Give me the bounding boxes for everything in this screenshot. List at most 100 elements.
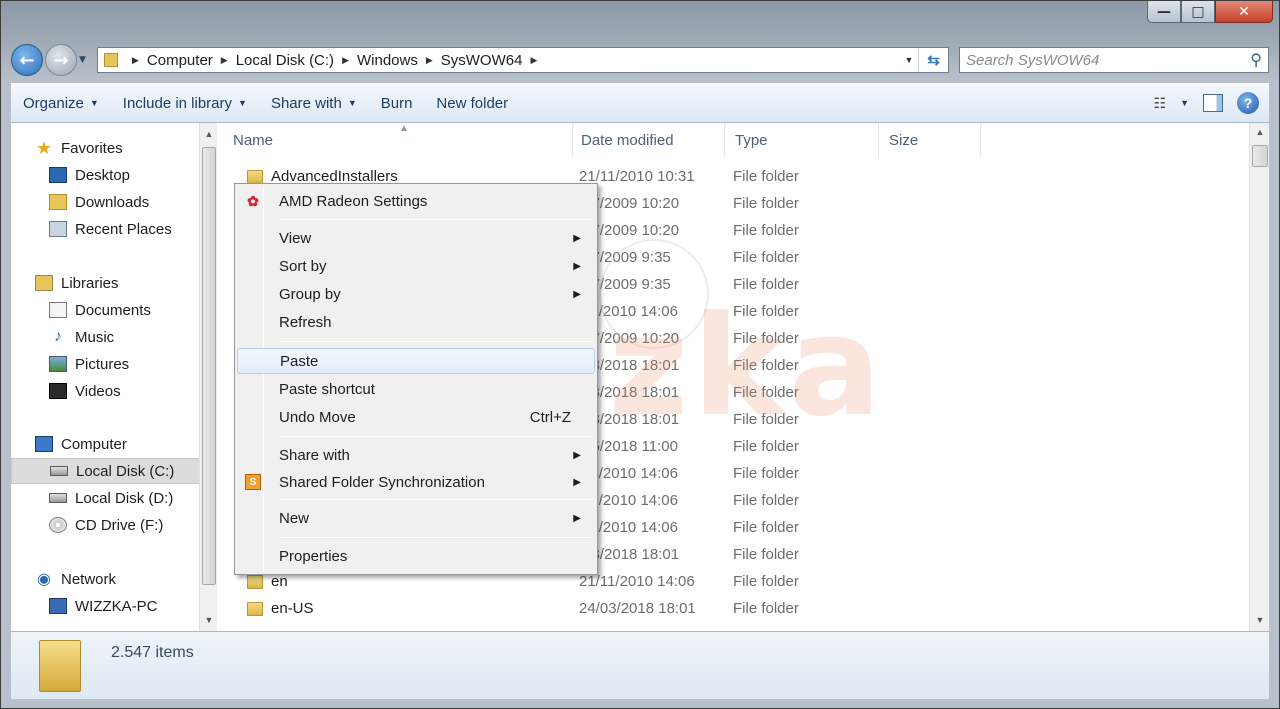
nav-wizzka-pc[interactable]: WIZZKA-PC: [11, 593, 201, 619]
folder-icon: [247, 601, 263, 616]
nav-libraries[interactable]: Libraries: [11, 270, 201, 296]
file-name: en: [247, 573, 288, 590]
menu-shared-folder-sync[interactable]: S Shared Folder Synchronization ▶: [237, 469, 595, 495]
scroll-up-icon[interactable]: ▲: [1250, 127, 1269, 137]
chevron-right-icon[interactable]: ▶: [132, 55, 139, 66]
close-button[interactable]: ✕: [1215, 1, 1273, 23]
column-name[interactable]: Name: [223, 123, 573, 157]
breadcrumb-local-disk-c[interactable]: Local Disk (C:): [236, 52, 334, 69]
menu-amd-radeon-settings[interactable]: ✿ AMD Radeon Settings: [237, 188, 595, 214]
search-icon[interactable]: ⚲: [1250, 50, 1262, 70]
computer-icon: [35, 436, 53, 452]
undo-shortcut: Ctrl+Z: [529, 408, 571, 426]
sort-ascending-icon: ▲: [399, 123, 409, 134]
menu-share-with[interactable]: Share with ▶: [237, 442, 595, 468]
submenu-arrow-icon: ▶: [573, 449, 581, 461]
submenu-arrow-icon: ▶: [573, 512, 581, 524]
file-type: File folder: [733, 546, 799, 563]
column-type[interactable]: Type: [725, 123, 879, 157]
nav-scrollbar[interactable]: ▲ ▼: [199, 123, 217, 631]
hard-drive-icon: [49, 493, 67, 503]
chevron-down-icon[interactable]: ▼: [1180, 98, 1189, 108]
menu-refresh[interactable]: Refresh: [237, 309, 595, 335]
share-with-button[interactable]: Share with ▼: [259, 95, 369, 112]
chevron-down-icon: ▼: [89, 98, 99, 108]
nav-recent-places[interactable]: Recent Places: [11, 216, 201, 242]
nav-computer[interactable]: Computer: [11, 431, 201, 457]
preview-pane-icon[interactable]: [1203, 94, 1223, 112]
menu-properties[interactable]: Properties: [237, 543, 595, 569]
downloads-icon: [49, 194, 67, 210]
menu-new[interactable]: New ▶: [237, 505, 595, 531]
nav-desktop[interactable]: Desktop: [11, 162, 201, 188]
nav-pictures[interactable]: Pictures: [11, 351, 201, 377]
scroll-up-icon[interactable]: ▲: [200, 129, 218, 139]
status-bar: 2.547 items: [11, 631, 1269, 699]
search-placeholder: Search SysWOW64: [966, 51, 1100, 69]
folder-icon: [104, 53, 118, 67]
chevron-right-icon[interactable]: ▶: [426, 55, 433, 66]
burn-button[interactable]: Burn: [369, 95, 425, 112]
file-type: File folder: [733, 573, 799, 590]
forward-button[interactable]: →: [45, 44, 77, 76]
new-folder-button[interactable]: New folder: [424, 95, 520, 112]
file-list-scrollbar[interactable]: ▲ ▼: [1249, 123, 1269, 631]
file-date: 24/03/2018 18:01: [579, 600, 696, 617]
address-bar[interactable]: ▶ Computer ▶ Local Disk (C:) ▶ Windows ▶…: [97, 47, 949, 73]
nav-music[interactable]: ♪ Music: [11, 324, 201, 350]
nav-local-disk-c[interactable]: Local Disk (C:): [11, 458, 201, 484]
chevron-down-icon: ▼: [347, 98, 357, 108]
chevron-right-icon[interactable]: ▶: [342, 55, 349, 66]
submenu-arrow-icon: ▶: [573, 260, 581, 272]
scroll-down-icon[interactable]: ▼: [1250, 615, 1269, 625]
folder-icon: [39, 640, 81, 692]
scroll-down-icon[interactable]: ▼: [200, 615, 218, 625]
column-size[interactable]: Size: [879, 123, 981, 157]
organize-button[interactable]: Organize ▼: [11, 95, 111, 112]
submenu-arrow-icon: ▶: [573, 232, 581, 244]
file-type: File folder: [733, 465, 799, 482]
menu-view[interactable]: View ▶: [237, 225, 595, 251]
help-icon[interactable]: ?: [1237, 92, 1259, 114]
nav-local-disk-d[interactable]: Local Disk (D:): [11, 485, 201, 511]
explorer-window: — □ ✕ ← → ▼ ▶ Computer ▶ Local Disk (C:)…: [0, 0, 1280, 709]
breadcrumb-windows[interactable]: Windows: [357, 52, 418, 69]
file-type: File folder: [733, 384, 799, 401]
back-button[interactable]: ←: [11, 44, 43, 76]
menu-paste[interactable]: Paste: [237, 348, 595, 374]
file-name: en-US: [247, 600, 314, 617]
column-date-modified[interactable]: Date modified: [571, 123, 725, 157]
nav-cd-drive-f[interactable]: CD Drive (F:): [11, 512, 201, 538]
menu-sort-by[interactable]: Sort by ▶: [237, 253, 595, 279]
menu-undo-move[interactable]: Undo Move Ctrl+Z: [237, 404, 595, 430]
command-bar: Organize ▼ Include in library ▼ Share with…: [11, 83, 1269, 123]
breadcrumb-computer[interactable]: Computer: [147, 52, 213, 69]
search-input[interactable]: Search SysWOW64 ⚲: [959, 47, 1269, 73]
navigation-pane: ★ Favorites Desktop Downloads Recent Plac…: [11, 123, 221, 631]
breadcrumb-syswow64[interactable]: SysWOW64: [441, 52, 523, 69]
address-row: ← → ▼ ▶ Computer ▶ Local Disk (C:) ▶ Win…: [11, 41, 1269, 79]
menu-group-by[interactable]: Group by ▶: [237, 281, 595, 307]
nav-downloads[interactable]: Downloads: [11, 189, 201, 215]
refresh-icon[interactable]: ⇆: [918, 48, 948, 72]
chevron-right-icon[interactable]: ▶: [221, 55, 228, 66]
maximize-button[interactable]: □: [1181, 1, 1215, 23]
submenu-arrow-icon: ▶: [573, 288, 581, 300]
hard-drive-icon: [50, 466, 68, 476]
scroll-thumb[interactable]: [1252, 145, 1268, 167]
menu-paste-shortcut[interactable]: Paste shortcut: [237, 376, 595, 402]
address-dropdown-icon[interactable]: ▼: [900, 55, 918, 65]
nav-videos[interactable]: Videos: [11, 378, 201, 404]
view-options-icon[interactable]: ☷: [1154, 95, 1167, 112]
file-type: File folder: [733, 276, 799, 293]
scroll-thumb[interactable]: [202, 147, 216, 585]
nav-favorites[interactable]: ★ Favorites: [11, 135, 201, 161]
include-in-library-button[interactable]: Include in library ▼: [111, 95, 259, 112]
pc-icon: [49, 598, 67, 614]
chevron-right-icon[interactable]: ▶: [530, 55, 537, 66]
nav-documents[interactable]: Documents: [11, 297, 201, 323]
recent-pages-dropdown[interactable]: ▼: [79, 55, 91, 65]
file-row[interactable]: en-US 24/03/2018 18:01 File folder: [223, 595, 1243, 622]
nav-network[interactable]: ◉ Network: [11, 566, 201, 592]
minimize-button[interactable]: —: [1147, 1, 1181, 23]
